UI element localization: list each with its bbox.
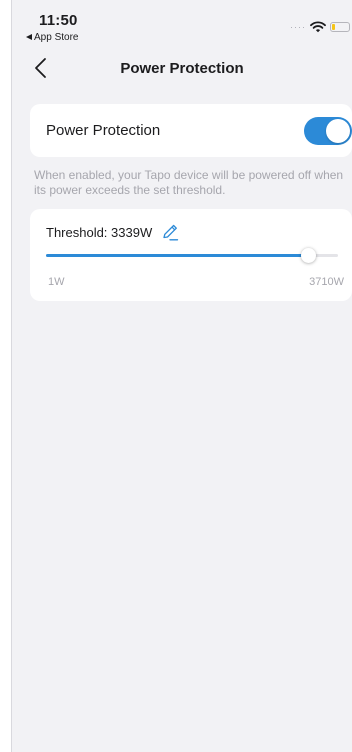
threshold-label: Threshold: 3339W bbox=[46, 224, 153, 240]
navigation-bar: Power Protection bbox=[12, 52, 352, 86]
back-app-label: App Store bbox=[34, 32, 79, 43]
wifi-icon bbox=[310, 21, 326, 33]
power-protection-description: When enabled, your Tapo device will be p… bbox=[34, 168, 344, 197]
threshold-slider[interactable] bbox=[46, 248, 338, 264]
power-protection-label: Power Protection bbox=[46, 122, 161, 139]
status-time: 11:50 bbox=[39, 12, 78, 29]
status-indicators: ···· bbox=[290, 20, 350, 34]
power-protection-toggle[interactable] bbox=[304, 117, 352, 145]
threshold-min-label: 1W bbox=[48, 276, 65, 288]
toggle-knob bbox=[326, 119, 350, 143]
page-title: Power Protection bbox=[120, 60, 244, 77]
threshold-max-label: 3710W bbox=[309, 276, 344, 288]
back-triangle-icon bbox=[26, 34, 32, 40]
threshold-row: Threshold: 3339W bbox=[46, 222, 180, 242]
battery-level-fill bbox=[332, 24, 335, 30]
phone-screen: 11:50 App Store ···· Power Protection Po… bbox=[11, 0, 352, 752]
slider-fill bbox=[46, 254, 309, 257]
threshold-card: Threshold: 3339W 1W 3710W bbox=[30, 209, 352, 301]
power-protection-card: Power Protection bbox=[30, 104, 352, 157]
status-bar: 11:50 App Store ···· bbox=[12, 0, 352, 46]
battery-icon bbox=[330, 22, 350, 32]
back-to-app-store-link[interactable]: App Store bbox=[26, 32, 78, 43]
pencil-icon[interactable] bbox=[160, 222, 180, 242]
slider-thumb[interactable] bbox=[301, 248, 317, 263]
signal-dots-icon: ···· bbox=[290, 22, 306, 32]
